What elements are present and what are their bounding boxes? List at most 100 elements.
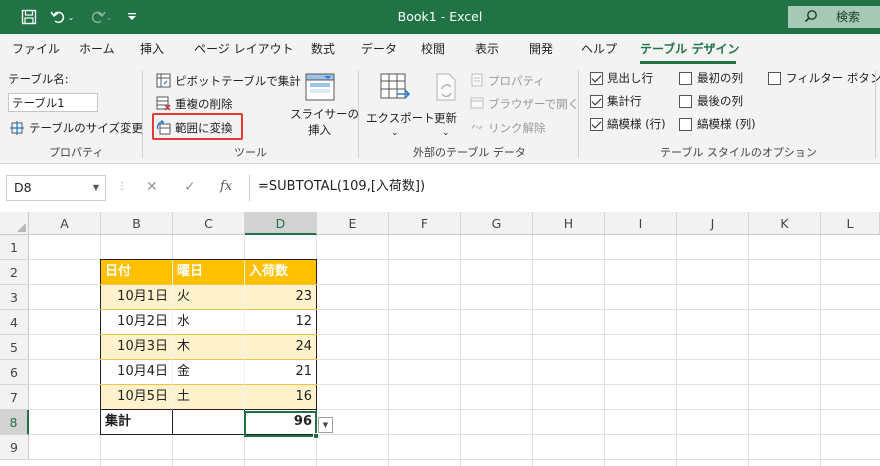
export-button[interactable]: エクスポート ⌄ xyxy=(366,70,435,142)
resize-table-button[interactable]: テーブルのサイズ変更 xyxy=(10,119,143,137)
table-header-weekday[interactable]: 曜日 xyxy=(173,260,244,285)
row-header-7[interactable]: 7 xyxy=(0,385,29,410)
tab-insert[interactable]: 挿入 xyxy=(140,40,164,60)
column-header-c[interactable]: C xyxy=(173,212,245,235)
table-cell[interactable]: 10月3日 xyxy=(101,335,172,360)
table-cell[interactable]: 10月1日 xyxy=(101,285,172,310)
tab-file[interactable]: ファイル xyxy=(12,40,60,60)
total-row-dropdown-button[interactable]: ▼ xyxy=(318,417,333,433)
banded-rows-checkbox[interactable] xyxy=(590,118,603,131)
table-name-input[interactable] xyxy=(8,93,98,112)
last-column-label: 最後の列 xyxy=(697,94,743,108)
table-cell[interactable]: 12 xyxy=(245,310,316,335)
banded-rows-label: 縞模様 (行) xyxy=(607,117,666,131)
slicer-icon xyxy=(304,72,336,105)
row-header-6[interactable]: 6 xyxy=(0,360,29,385)
table-cell[interactable]: 水 xyxy=(173,310,244,335)
open-in-browser-button: ブラウザーで開く xyxy=(470,95,579,113)
table-cell[interactable]: 21 xyxy=(245,360,316,385)
slicer-label-line2: 挿入 xyxy=(308,123,331,137)
banded-columns-checkbox[interactable] xyxy=(679,118,692,131)
first-column-checkbox[interactable] xyxy=(679,72,692,85)
column-header-e[interactable]: E xyxy=(317,212,389,235)
tab-page-layout[interactable]: ページ レイアウト xyxy=(194,40,294,60)
table-border xyxy=(100,284,317,285)
table-cell[interactable]: 23 xyxy=(245,285,316,310)
row-header-8[interactable]: 8 xyxy=(0,410,29,435)
name-box[interactable]: D8 ▼ xyxy=(6,175,106,201)
column-header-j[interactable]: J xyxy=(677,212,749,235)
column-header-d[interactable]: D xyxy=(245,212,317,235)
tab-table-design[interactable]: テーブル デザイン xyxy=(640,40,739,60)
tab-developer[interactable]: 開発 xyxy=(529,40,553,60)
enter-formula-icon[interactable]: ✓ xyxy=(184,175,196,199)
tab-review[interactable]: 校閲 xyxy=(421,40,445,60)
insert-function-button[interactable]: fx xyxy=(220,175,232,199)
remove-duplicates-label: 重複の削除 xyxy=(175,97,233,111)
table-cell[interactable]: 金 xyxy=(173,360,244,385)
group-label-properties: プロパティ xyxy=(49,146,104,159)
row-header-5[interactable]: 5 xyxy=(0,335,29,360)
row-header-3[interactable]: 3 xyxy=(0,285,29,310)
fill-handle[interactable] xyxy=(313,433,319,439)
table-cell[interactable]: 火 xyxy=(173,285,244,310)
column-header-l[interactable]: L xyxy=(821,212,880,235)
row-header-4[interactable]: 4 xyxy=(0,310,29,335)
row-header-9[interactable]: 9 xyxy=(0,435,29,460)
tab-formulas[interactable]: 数式 xyxy=(311,40,335,60)
name-box-dropdown-icon: ▼ xyxy=(92,183,99,192)
column-header-i[interactable]: I xyxy=(605,212,677,235)
total-row-checkbox[interactable] xyxy=(590,95,603,108)
column-header-f[interactable]: F xyxy=(389,212,461,235)
formula-bar: D8 ▼ ⋮ ✕ ✓ fx =SUBTOTAL(109,[入荷数]) xyxy=(0,165,880,211)
table-border xyxy=(100,409,317,410)
header-row-checkbox[interactable] xyxy=(590,72,603,85)
table-cell[interactable]: 16 xyxy=(245,385,316,410)
column-header-a[interactable]: A xyxy=(29,212,101,235)
tab-data[interactable]: データ xyxy=(361,40,397,60)
table-border xyxy=(100,259,101,435)
tab-view[interactable]: 表示 xyxy=(475,40,499,60)
search-box[interactable]: 検索 xyxy=(788,6,880,28)
table-header-quantity[interactable]: 入荷数 xyxy=(245,260,316,285)
column-header-h[interactable]: H xyxy=(533,212,605,235)
tab-home[interactable]: ホーム xyxy=(79,40,115,60)
save-icon[interactable] xyxy=(18,6,40,28)
slicer-label-line1: スライサーの xyxy=(290,107,359,121)
column-header-k[interactable]: K xyxy=(749,212,821,235)
formula-input[interactable]: =SUBTOTAL(109,[入荷数]) xyxy=(249,175,880,201)
insert-slicer-button[interactable]: スライサーの 挿入 xyxy=(290,70,359,140)
name-box-value: D8 xyxy=(14,180,32,195)
table-cell[interactable]: 24 xyxy=(245,335,316,360)
table-header-date[interactable]: 日付 xyxy=(101,260,172,285)
first-column-label: 最初の列 xyxy=(697,71,743,85)
table-cell[interactable]: 10月2日 xyxy=(101,310,172,335)
table-cell[interactable]: 10月4日 xyxy=(101,360,172,385)
pivot-table-icon xyxy=(156,73,171,91)
select-all-button[interactable] xyxy=(0,212,29,235)
remove-duplicates-button[interactable]: 重複の削除 xyxy=(156,95,246,113)
column-header-b[interactable]: B xyxy=(101,212,173,235)
tab-help[interactable]: ヘルプ xyxy=(581,40,617,60)
filter-button-checkbox[interactable] xyxy=(768,72,781,85)
table-cell[interactable]: 10月5日 xyxy=(101,385,172,410)
table-cell[interactable]: 木 xyxy=(173,335,244,360)
column-header-g[interactable]: G xyxy=(461,212,533,235)
pivot-summary-button[interactable]: ピボットテーブルで集計 xyxy=(156,72,301,91)
group-label-tools: ツール xyxy=(234,146,267,159)
total-row-label[interactable]: 集計 xyxy=(101,410,172,435)
table-cell[interactable]: 土 xyxy=(173,385,244,410)
export-icon xyxy=(379,72,411,105)
group-separator xyxy=(578,70,579,158)
gridline xyxy=(604,235,605,466)
last-column-checkbox[interactable] xyxy=(679,95,692,108)
row-header-1[interactable]: 1 xyxy=(0,235,29,260)
properties-button: プロパティ xyxy=(470,72,560,90)
worksheet-grid: A B C D E F G H I J K L 1 2 3 4 5 6 7 8 … xyxy=(0,211,880,466)
cancel-formula-icon[interactable]: ✕ xyxy=(146,175,158,199)
row-header-2[interactable]: 2 xyxy=(0,260,29,285)
refresh-button[interactable]: 更新 ⌄ xyxy=(428,70,464,142)
customize-qat-icon[interactable] xyxy=(124,6,140,28)
undo-dropdown-icon[interactable]: ⌄ xyxy=(66,6,76,28)
refresh-icon xyxy=(434,72,460,105)
